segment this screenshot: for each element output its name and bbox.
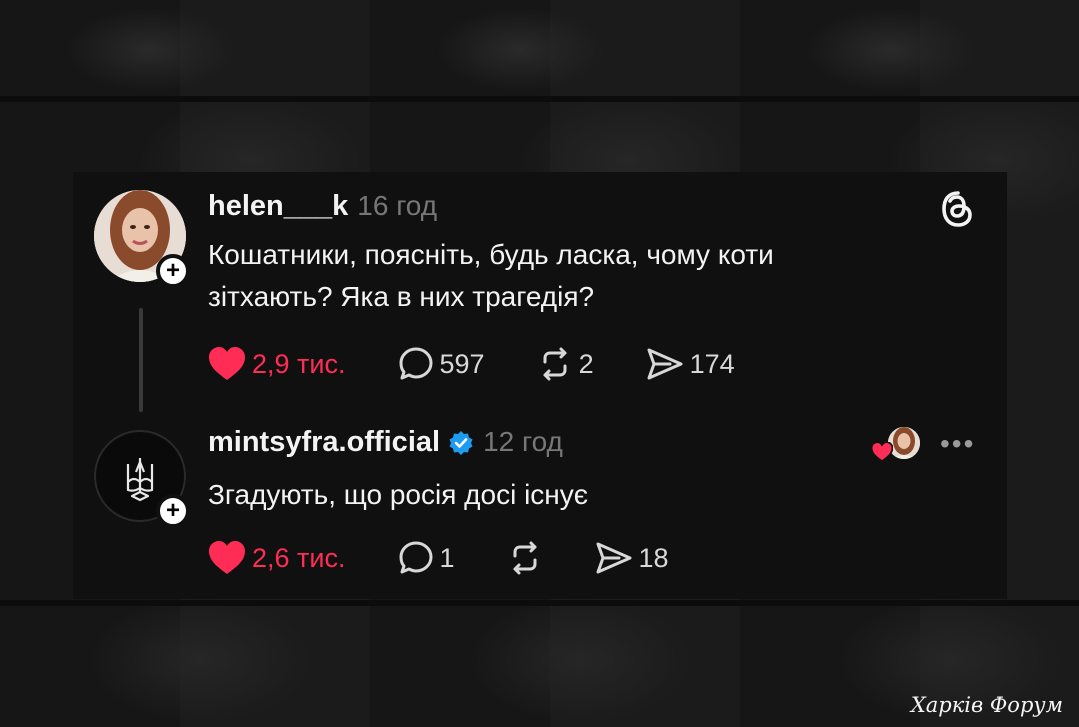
share-count: 18: [638, 542, 669, 573]
background-divider: [0, 96, 1079, 102]
post-text: Кошатники, поясніть, будь ласка, чому ко…: [208, 234, 928, 318]
comment-count: 1: [439, 542, 455, 573]
username[interactable]: helen___k: [208, 190, 348, 223]
repost-icon: [513, 541, 537, 575]
post-actions: 2,9 тис. 597 2 174: [208, 344, 735, 384]
send-icon: [596, 542, 632, 574]
heart-filled-icon: [209, 541, 245, 574]
plus-icon: +: [165, 497, 180, 524]
post-header: helen___k 16 год: [208, 190, 437, 223]
heart-filled-icon: [871, 442, 893, 462]
post-time: 12 год: [483, 426, 563, 457]
repost-count: 2: [578, 348, 594, 379]
post-text-line: Згадують, що росія досі існує: [208, 479, 589, 510]
like-button[interactable]: 2,6 тис.: [208, 541, 346, 575]
background-divider: [0, 600, 1079, 606]
post-actions: 2,6 тис. 1 18: [208, 538, 669, 578]
send-icon: [647, 348, 683, 380]
repost-button[interactable]: 2: [537, 346, 594, 382]
comment-icon: [399, 541, 432, 574]
comment-button[interactable]: 597: [398, 346, 485, 382]
threads-card: + helen___k 16 год Кошатники, поясніть, …: [73, 172, 1007, 599]
post-text: Згадують, що росія досі існує: [208, 474, 928, 516]
post-header: mintsyfra.official 12 год: [208, 426, 563, 459]
comment-icon: [399, 347, 432, 380]
post-text-line: зітхають? Яка в них трагедія?: [208, 281, 595, 312]
repost-button[interactable]: [507, 540, 543, 576]
watermark: Харків Форум: [910, 693, 1063, 717]
share-count: 174: [689, 348, 735, 379]
follow-button[interactable]: +: [156, 494, 190, 528]
follow-button[interactable]: +: [156, 254, 190, 288]
post-time: 16 год: [357, 190, 438, 221]
like-count: 2,9 тис.: [252, 348, 346, 379]
like-button[interactable]: 2,9 тис.: [208, 347, 346, 381]
verified-badge-icon: [449, 430, 473, 455]
username[interactable]: mintsyfra.official: [208, 426, 440, 459]
heart-filled-icon: [209, 347, 245, 380]
threads-icon[interactable]: [941, 190, 975, 228]
more-options-button[interactable]: •••: [940, 428, 975, 460]
comment-button[interactable]: 1: [398, 540, 455, 576]
post-text-line: Кошатники, поясніть, будь ласка, чому ко…: [208, 239, 774, 270]
share-button[interactable]: 18: [595, 540, 669, 576]
comment-count: 597: [439, 348, 485, 379]
plus-icon: +: [165, 257, 180, 284]
repost-icon: [543, 347, 567, 381]
like-count: 2,6 тис.: [252, 542, 346, 573]
share-button[interactable]: 174: [646, 346, 735, 382]
more-icon: •••: [940, 428, 976, 459]
thread-connector: [139, 308, 143, 412]
